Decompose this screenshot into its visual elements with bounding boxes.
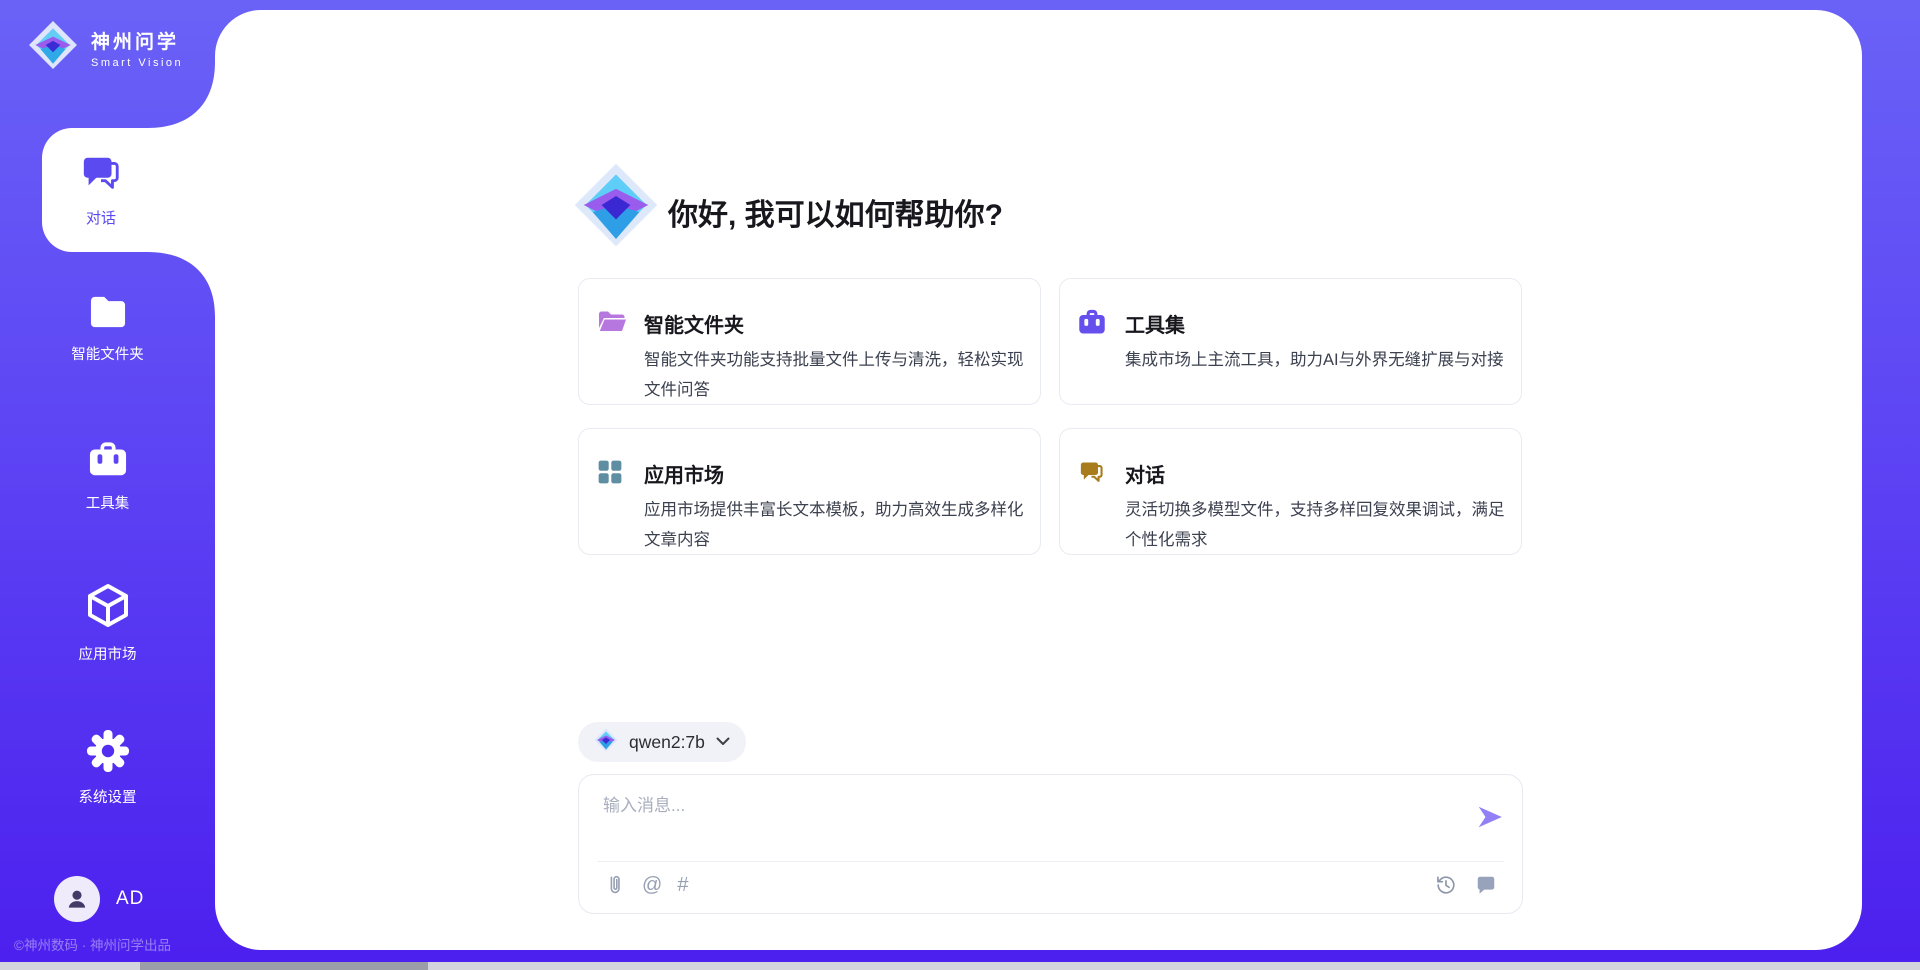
card-smart-folder[interactable]: 智能文件夹 智能文件夹功能支持批量文件上传与清洗，轻松实现文件问答 <box>578 278 1041 405</box>
composer-tools-right <box>1434 873 1498 897</box>
sidebar-item-settings[interactable]: 系统设置 <box>0 729 215 807</box>
card-description: 智能文件夹功能支持批量文件上传与清洗，轻松实现文件问答 <box>644 345 1026 405</box>
mention-icon[interactable]: @ <box>642 873 662 897</box>
briefcase-icon <box>1078 309 1106 340</box>
avatar <box>54 876 100 922</box>
model-selector[interactable]: qwen2:7b <box>578 722 746 762</box>
sidebar-item-chat[interactable]: 对话 <box>42 128 160 252</box>
horizontal-scrollbar <box>0 962 1920 970</box>
card-title: 对话 <box>1125 459 1165 488</box>
card-title: 工具集 <box>1125 309 1185 338</box>
chevron-down-icon <box>716 733 730 751</box>
folder-open-icon <box>597 309 627 339</box>
hashtag-icon[interactable]: # <box>677 873 688 897</box>
sidebar-item-app-market[interactable]: 应用市场 <box>0 582 215 664</box>
brand-name: 神州问学 <box>91 27 183 54</box>
sidebar-item-label: 对话 <box>86 207 116 228</box>
sidebar-item-label: 应用市场 <box>79 643 137 664</box>
sidebar-item-smart-folder[interactable]: 智能文件夹 <box>0 294 215 364</box>
copyright-text: ©神州数码 · 神州问学出品 <box>14 934 171 954</box>
composer-divider <box>597 861 1504 862</box>
toolbox-icon <box>87 441 129 484</box>
hero-diamond-icon <box>573 162 659 253</box>
card-toolset[interactable]: 工具集 集成市场上主流工具，助力AI与外界无缝扩展与对接 <box>1059 278 1522 405</box>
cube-icon <box>85 582 131 635</box>
greeting-title: 你好, 我可以如何帮助你? <box>668 190 1003 234</box>
horizontal-scrollbar-thumb[interactable] <box>140 962 428 970</box>
card-description: 应用市场提供丰富长文本模板，助力高效生成多样化文章内容 <box>644 495 1026 555</box>
folder-icon <box>87 294 129 335</box>
send-icon[interactable] <box>1476 803 1504 831</box>
sidebar-item-label: 工具集 <box>86 492 130 513</box>
model-name: qwen2:7b <box>629 732 705 753</box>
history-icon[interactable] <box>1434 873 1458 897</box>
attachment-icon[interactable] <box>603 873 627 897</box>
sidebar-item-label: 智能文件夹 <box>71 343 144 364</box>
message-composer: @ # <box>578 774 1523 914</box>
gear-icon <box>86 729 130 778</box>
app-root: { "brand": { "name": "神州问学", "tagline": … <box>0 0 1920 970</box>
user-profile[interactable]: AD <box>54 876 144 922</box>
card-title: 智能文件夹 <box>644 309 744 338</box>
card-description: 灵活切换多模型文件，支持多样回复效果调试，满足个性化需求 <box>1125 495 1507 555</box>
user-initials: AD <box>116 888 144 910</box>
message-input[interactable] <box>603 791 1463 853</box>
chat-bubble-icon[interactable] <box>1474 873 1498 897</box>
model-diamond-icon <box>594 728 618 757</box>
chat-icon <box>80 152 122 199</box>
chat-bubbles-icon <box>1078 459 1105 490</box>
card-description: 集成市场上主流工具，助力AI与外界无缝扩展与对接 <box>1125 345 1507 375</box>
sidebar-item-toolset[interactable]: 工具集 <box>0 441 215 513</box>
app-grid-icon <box>597 459 623 490</box>
card-app-market[interactable]: 应用市场 应用市场提供丰富长文本模板，助力高效生成多样化文章内容 <box>578 428 1041 555</box>
sidebar-item-label: 系统设置 <box>79 786 137 807</box>
card-title: 应用市场 <box>644 459 724 488</box>
composer-tools-left: @ # <box>603 873 688 897</box>
card-chat[interactable]: 对话 灵活切换多模型文件，支持多样回复效果调试，满足个性化需求 <box>1059 428 1522 555</box>
